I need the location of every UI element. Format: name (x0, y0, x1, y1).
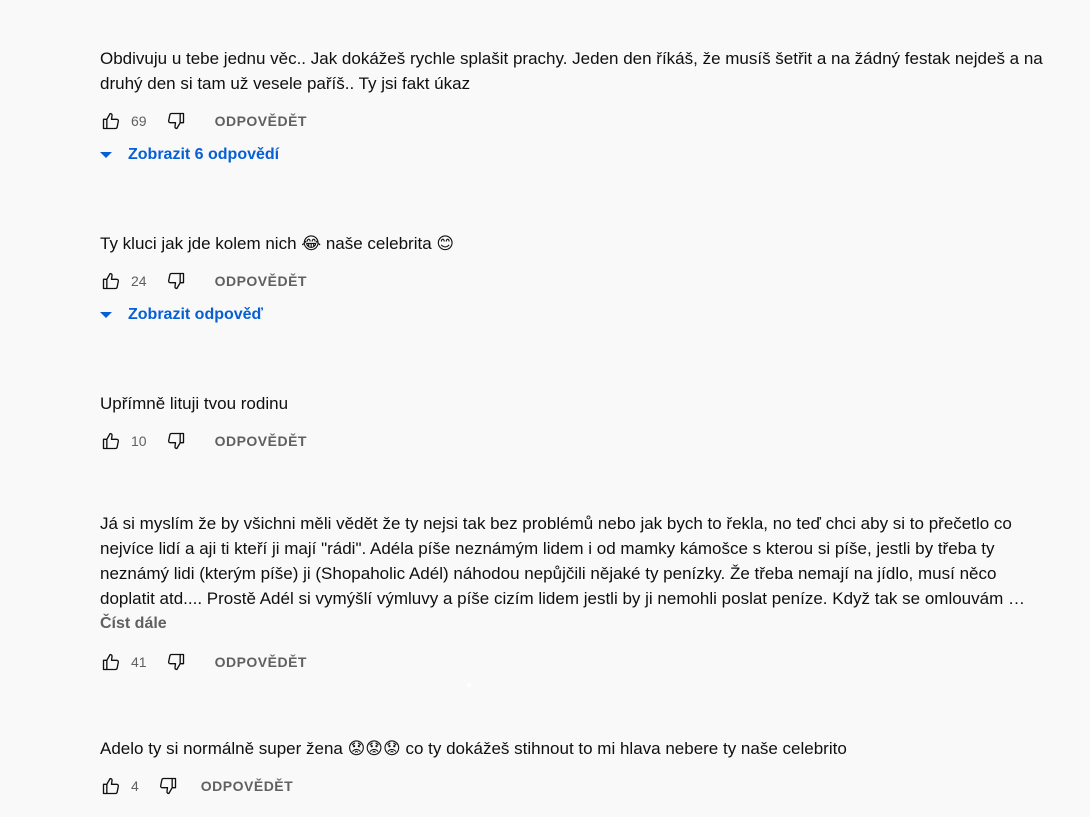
thumbs-down-icon[interactable] (165, 430, 187, 452)
view-replies-button[interactable]: Zobrazit 6 odpovědí (100, 146, 1050, 164)
comment-actions: 4 ODPOVĚDĚT (100, 774, 1050, 798)
comment-text: Adelo ty si normálně super žena 😟😟😟 co t… (100, 739, 847, 758)
view-replies-button[interactable]: Zobrazit odpověď (100, 306, 1050, 324)
thumbs-down-icon[interactable] (165, 651, 187, 673)
comment-1: Obdivuju u tebe jednu věc.. Jak dokážeš … (100, 46, 1050, 164)
like-count: 41 (131, 654, 147, 670)
comment-actions: 10 ODPOVĚDĚT (100, 429, 1050, 453)
comment-text: Já si myslím že by všichni měli vědět že… (100, 514, 1025, 608)
thumbs-up-icon[interactable] (100, 775, 122, 797)
comment-text: Upřímně lituji tvou rodinu (100, 394, 289, 413)
thumbs-up-icon[interactable] (100, 651, 122, 673)
comment-actions: 41 ODPOVĚDĚT (100, 650, 1050, 674)
thumbs-up-icon[interactable] (100, 270, 122, 292)
thumbs-down-icon[interactable] (165, 270, 187, 292)
reply-button[interactable]: ODPOVĚDĚT (215, 113, 307, 129)
reply-button[interactable]: ODPOVĚDĚT (215, 654, 307, 670)
thumbs-up-icon[interactable] (100, 110, 122, 132)
comment-2: Ty kluci jak jde kolem nich 😂 naše celeb… (100, 231, 1050, 324)
comment-3: Upřímně lituji tvou rodinu 10 ODPOVĚDĚT (100, 391, 1050, 453)
view-replies-label: Zobrazit 6 odpovědí (128, 146, 280, 163)
read-more-button[interactable]: Číst dále (100, 615, 167, 633)
comment-4: Já si myslím že by všichni měli vědět že… (100, 511, 1050, 674)
like-count: 4 (131, 778, 139, 794)
thumbs-up-icon[interactable] (100, 430, 122, 452)
caret-down-icon (100, 152, 112, 158)
reply-button[interactable]: ODPOVĚDĚT (215, 273, 307, 289)
thumbs-down-icon[interactable] (157, 775, 179, 797)
comment-text: Ty kluci jak jde kolem nich 😂 naše celeb… (100, 234, 455, 253)
comment-actions: 24 ODPOVĚDĚT (100, 269, 1050, 293)
thumbs-down-icon[interactable] (165, 110, 187, 132)
view-replies-label: Zobrazit odpověď (128, 306, 264, 323)
comment-text: Obdivuju u tebe jednu věc.. Jak dokážeš … (100, 49, 1043, 93)
reply-button[interactable]: ODPOVĚDĚT (201, 778, 293, 794)
reply-button[interactable]: ODPOVĚDĚT (215, 433, 307, 449)
caret-down-icon (100, 312, 112, 318)
decorative-dot (467, 683, 471, 687)
comment-actions: 69 ODPOVĚDĚT (100, 109, 1050, 133)
comment-5: Adelo ty si normálně super žena 😟😟😟 co t… (100, 736, 1050, 798)
like-count: 10 (131, 433, 147, 449)
like-count: 69 (131, 113, 147, 129)
like-count: 24 (131, 273, 147, 289)
